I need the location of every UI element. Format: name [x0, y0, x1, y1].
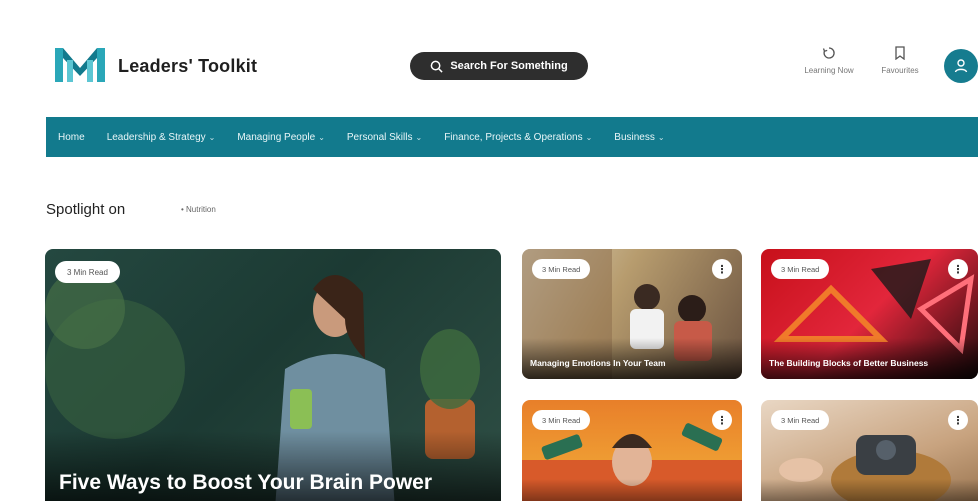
- article-title: The Building Blocks of Better Business: [761, 338, 978, 379]
- header: Leaders' Toolkit Search For Something Le…: [0, 0, 978, 118]
- nav-label: Business: [614, 131, 655, 143]
- nav-label: Finance, Projects & Operations: [444, 131, 583, 143]
- nav-label: Leadership & Strategy: [106, 131, 206, 143]
- nav-item-personal-skills[interactable]: Personal Skills ⌄: [347, 132, 422, 143]
- learning-now-label: Learning Now: [804, 66, 854, 75]
- chevron-down-icon: ⌄: [318, 132, 325, 142]
- search-label: Search For Something: [450, 60, 568, 72]
- leaders-toolkit-logo[interactable]: [55, 46, 105, 84]
- article-title: Managing Emotions In Your Team: [522, 338, 742, 379]
- read-time-badge: 3 Min Read: [55, 261, 120, 283]
- main-nav: Home Leadership & Strategy ⌄ Managing Peo…: [46, 117, 978, 157]
- article-title: The Art of Focused Attention: [522, 479, 742, 501]
- nav-item-finance-projects-operations[interactable]: Finance, Projects & Operations ⌄: [444, 132, 592, 143]
- chevron-down-icon: ⌄: [415, 132, 423, 142]
- read-time-badge: 3 Min Read: [771, 259, 830, 279]
- article-title: Five Ways to Boost Your Brain Power: [45, 431, 501, 501]
- favourites-button[interactable]: Favourites: [871, 46, 929, 75]
- nav-item-leadership-strategy[interactable]: Leadership & Strategy ⌄: [107, 132, 216, 143]
- user-icon: [954, 59, 968, 73]
- chevron-down-icon: ⌄: [657, 132, 665, 142]
- read-time-badge: 3 Min Read: [771, 410, 830, 430]
- avatar[interactable]: [944, 49, 978, 83]
- section-subtitle[interactable]: • Nutrition: [181, 205, 216, 214]
- learning-now-button[interactable]: Learning Now: [800, 46, 858, 75]
- nav-item-home[interactable]: Home: [58, 132, 85, 143]
- bookmark-icon: [895, 46, 905, 60]
- chevron-down-icon: ⌄: [585, 132, 593, 142]
- article-card-featured[interactable]: 3 Min Read ⋮ Five Ways to Boost Your Bra…: [45, 249, 501, 501]
- more-options-icon[interactable]: ⋮: [712, 410, 732, 430]
- article-title: The Real Value of Sleep: [761, 479, 978, 501]
- nav-label: Home: [58, 131, 85, 143]
- search-icon: [430, 60, 443, 73]
- more-options-icon[interactable]: ⋮: [948, 410, 968, 430]
- article-card[interactable]: 3 Min Read ⋮ The Building Blocks of Bett…: [761, 249, 978, 379]
- article-card[interactable]: 3 Min Read ⋮ The Art of Focused Attentio…: [522, 400, 742, 501]
- history-icon: [822, 47, 835, 59]
- article-card[interactable]: 3 Min Read ⋮ Managing Emotions In Your T…: [522, 249, 742, 379]
- nav-label: Personal Skills: [346, 131, 413, 143]
- read-time-badge: 3 Min Read: [532, 259, 591, 279]
- section-title: Spotlight on: [46, 201, 126, 218]
- nav-item-business[interactable]: Business ⌄: [614, 132, 664, 143]
- brand-title: Leaders' Toolkit: [118, 56, 258, 76]
- chevron-down-icon: ⌄: [208, 132, 216, 142]
- article-card[interactable]: 3 Min Read ⋮ The Real Value of Sleep: [761, 400, 978, 501]
- search-button[interactable]: Search For Something: [410, 52, 588, 80]
- nav-label: Managing People: [237, 131, 316, 143]
- nav-item-managing-people[interactable]: Managing People ⌄: [237, 132, 325, 143]
- more-options-icon[interactable]: ⋮: [712, 259, 732, 279]
- read-time-badge: 3 Min Read: [532, 410, 591, 430]
- favourites-label: Favourites: [881, 66, 919, 75]
- more-options-icon[interactable]: ⋮: [948, 259, 968, 279]
